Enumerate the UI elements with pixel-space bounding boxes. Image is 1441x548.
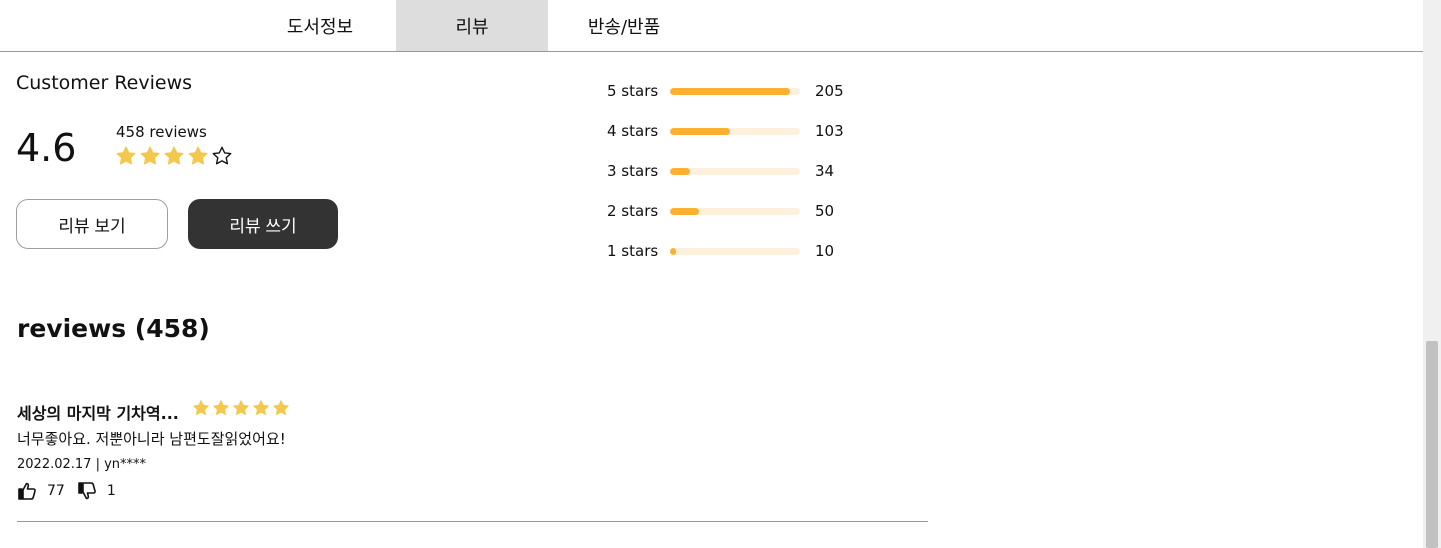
distribution-bar-track — [670, 128, 800, 135]
reviews-heading: reviews (458) — [17, 314, 210, 343]
rating-stars — [115, 145, 233, 167]
review-actions: 77 1 — [17, 481, 116, 501]
star-filled-icon — [192, 399, 210, 417]
tab-bar: 도서정보 리뷰 반송/반품 — [0, 0, 1423, 52]
customer-reviews-title: Customer Reviews — [16, 72, 193, 94]
distribution-bar-fill — [670, 88, 790, 95]
distribution-row-2: 2 stars 50 — [607, 200, 907, 240]
distribution-row-3: 3 stars 34 — [607, 160, 907, 200]
star-filled-icon — [187, 145, 209, 167]
review-count: 458 reviews — [116, 123, 207, 141]
distribution-count: 34 — [815, 162, 835, 180]
distribution-bar-fill — [670, 248, 676, 255]
tab-return-exchange[interactable]: 반송/반품 — [548, 0, 700, 51]
distribution-bar-track — [670, 168, 800, 175]
review-title[interactable]: 세상의 마지막 기차역... — [17, 400, 179, 424]
distribution-bar-track — [670, 208, 800, 215]
distribution-bar-fill — [670, 168, 690, 175]
review-body: 너무좋아요. 저뿐아니라 남편도잘읽었어요! — [17, 430, 286, 448]
like-count: 77 — [47, 483, 65, 499]
distribution-row-5: 5 stars 205 — [607, 80, 907, 120]
star-filled-icon — [272, 399, 290, 417]
distribution-bar-fill — [670, 208, 700, 215]
star-filled-icon — [212, 399, 230, 417]
view-reviews-button[interactable]: 리뷰 보기 — [16, 199, 168, 249]
star-empty-icon — [211, 145, 233, 167]
distribution-row-1: 1 stars 10 — [607, 240, 907, 280]
scrollbar-thumb[interactable] — [1426, 341, 1438, 548]
star-filled-icon — [163, 145, 185, 167]
rating-distribution: 5 stars 205 4 stars 103 3 stars 34 2 sta… — [607, 80, 907, 280]
distribution-count: 103 — [815, 122, 844, 140]
tab-book-info[interactable]: 도서정보 — [244, 0, 396, 51]
distribution-label: 1 stars — [607, 242, 659, 260]
distribution-bar-track — [670, 248, 800, 255]
scrollbar[interactable] — [1423, 0, 1441, 548]
dislike-count: 1 — [106, 483, 116, 499]
star-filled-icon — [252, 399, 270, 417]
distribution-bar-track — [670, 88, 800, 95]
distribution-count: 50 — [815, 202, 835, 220]
thumbs-up-icon[interactable] — [17, 481, 37, 501]
distribution-label: 5 stars — [607, 82, 659, 100]
distribution-label: 3 stars — [607, 162, 659, 180]
star-filled-icon — [139, 145, 161, 167]
average-rating: 4.6 — [16, 126, 77, 170]
distribution-count: 10 — [815, 242, 835, 260]
distribution-label: 2 stars — [607, 202, 659, 220]
distribution-count: 205 — [815, 82, 844, 100]
star-filled-icon — [232, 399, 250, 417]
review-stars — [192, 399, 290, 417]
star-filled-icon — [115, 145, 137, 167]
distribution-row-4: 4 stars 103 — [607, 120, 907, 160]
distribution-label: 4 stars — [607, 122, 659, 140]
review-item: 세상의 마지막 기차역... 너무좋아요. 저뿐아니라 남편도잘읽었어요! 20… — [17, 398, 928, 522]
write-review-button[interactable]: 리뷰 쓰기 — [188, 199, 338, 249]
review-meta: 2022.02.17 | yn**** — [17, 457, 147, 472]
thumbs-down-icon[interactable] — [77, 481, 97, 501]
distribution-bar-fill — [670, 128, 731, 135]
tab-reviews[interactable]: 리뷰 — [396, 0, 548, 51]
